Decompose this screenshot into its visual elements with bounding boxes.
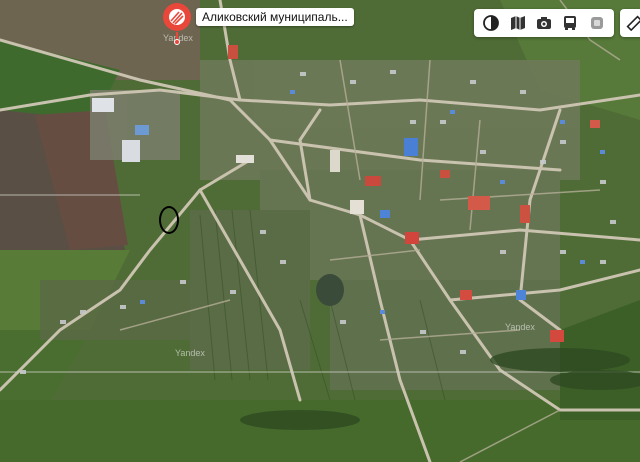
yandex-watermark: Yandex bbox=[505, 322, 535, 332]
map-book-icon[interactable] bbox=[507, 12, 529, 34]
ruler-icon[interactable] bbox=[620, 9, 640, 37]
layers-icon[interactable] bbox=[480, 12, 502, 34]
traffic-icon[interactable] bbox=[586, 12, 608, 34]
panorama-camera-icon[interactable] bbox=[533, 12, 555, 34]
yandex-watermark: Yandex bbox=[175, 348, 205, 358]
transport-bus-icon[interactable] bbox=[559, 12, 581, 34]
satellite-map[interactable]: Yandex Yandex Yandex Аликовский муниципа… bbox=[0, 0, 640, 462]
selected-area-outline bbox=[159, 206, 179, 234]
satellite-imagery[interactable] bbox=[0, 0, 640, 462]
location-pin-icon[interactable] bbox=[160, 2, 194, 46]
place-name-label[interactable]: Аликовский муниципаль... bbox=[196, 8, 354, 26]
map-toolbar bbox=[474, 9, 614, 37]
